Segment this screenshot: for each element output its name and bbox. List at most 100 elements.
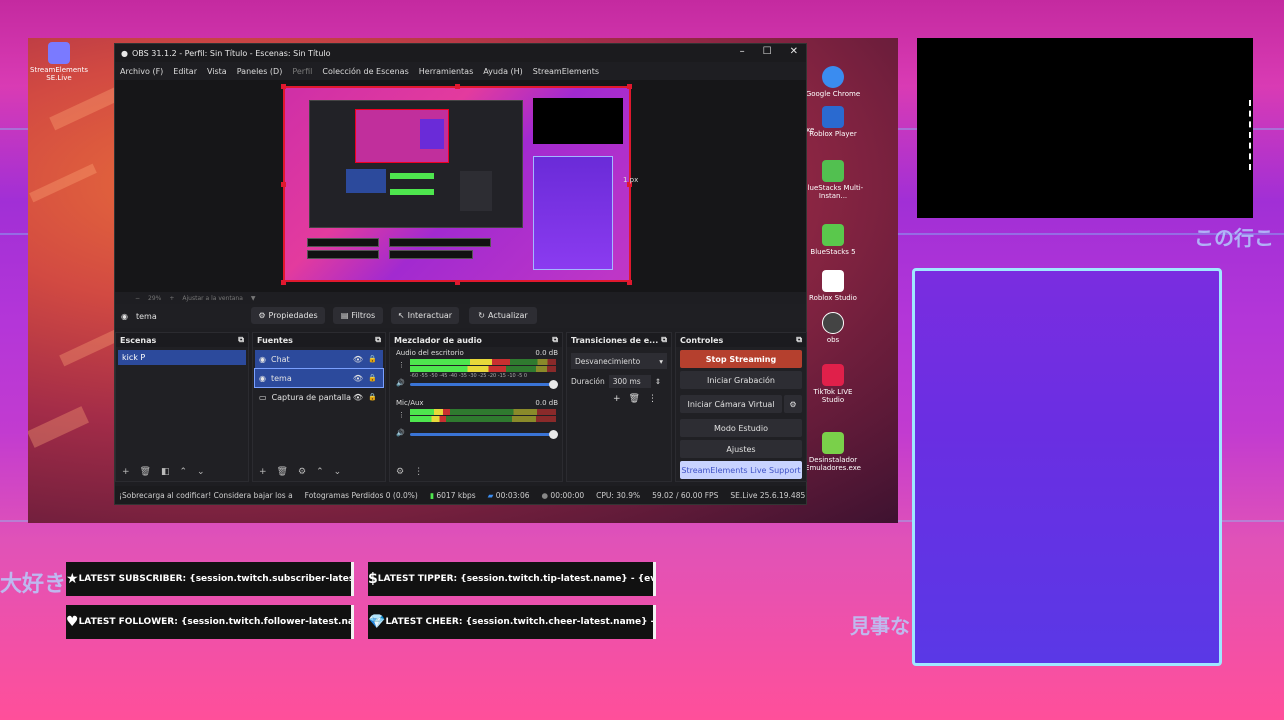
transform-handle[interactable] xyxy=(455,280,460,285)
add-icon[interactable]: + xyxy=(122,467,130,477)
preview-canvas[interactable] xyxy=(283,86,631,282)
lock-icon[interactable]: 🔒 xyxy=(368,355,377,363)
overlay-japanese-text: 大好き xyxy=(0,572,67,597)
overlay-japanese-text: 見事な xyxy=(850,614,910,638)
kebab-icon[interactable]: ⋮ xyxy=(414,467,423,477)
source-item-chat[interactable]: ◉ Chat 👁 🔒 xyxy=(255,350,383,368)
advanced-audio-icon[interactable]: ⚙ xyxy=(396,467,404,477)
desktop-icon-streamelements[interactable]: StreamElements SE.Live xyxy=(28,42,90,83)
preview-area[interactable]: 1 px xyxy=(115,80,806,292)
dock-float-icon[interactable]: ⧉ xyxy=(661,335,667,345)
eye-icon[interactable]: 👁 xyxy=(353,355,363,364)
settings-button[interactable]: Ajustes xyxy=(680,440,802,458)
interact-button[interactable]: ↖ Interactuar xyxy=(391,307,459,324)
scenes-dock: Escenas ⧉ kick P + 🗑 ◧ ⌃ ⌄ xyxy=(115,332,249,482)
channel-db: 0.0 dB xyxy=(535,399,558,407)
controls-title: Controles xyxy=(680,335,724,345)
gear-icon[interactable]: ⚙ xyxy=(298,467,306,477)
filters-button[interactable]: ▤ Filtros xyxy=(333,307,383,324)
stepper-icon[interactable]: ⇕ xyxy=(655,377,661,386)
menu-ayuda[interactable]: Ayuda (H) xyxy=(483,67,523,76)
fit-window-button[interactable]: Ajustar a la ventana xyxy=(182,295,243,302)
channel-name: Audio del escritorio xyxy=(396,349,464,357)
dock-float-icon[interactable]: ⧉ xyxy=(375,335,381,345)
trash-icon[interactable]: 🗑 xyxy=(629,394,640,404)
properties-button[interactable]: ⚙ Propiedades xyxy=(251,307,325,324)
stop-streaming-button[interactable]: Stop Streaming xyxy=(680,350,802,368)
chevron-down-icon[interactable]: ⌄ xyxy=(197,467,205,477)
desktop-icon-tiktok-live[interactable]: TikTok LIVE Studio xyxy=(802,364,864,405)
diamond-icon: 💎 xyxy=(368,614,386,630)
virtual-camera-button[interactable]: Iniciar Cámara Virtual xyxy=(680,395,782,413)
zoom-out-icon[interactable]: − xyxy=(135,295,140,302)
transform-handle[interactable] xyxy=(281,182,286,187)
start-recording-button[interactable]: Iniciar Grabación xyxy=(680,371,802,389)
source-item-screen-capture[interactable]: ▭ Captura de pantalla 👁 🔒 xyxy=(255,388,383,406)
dock-float-icon[interactable]: ⧉ xyxy=(552,335,558,345)
transform-handle[interactable] xyxy=(281,84,286,89)
dock-float-icon[interactable]: ⧉ xyxy=(238,335,244,345)
dock-float-icon[interactable]: ⧉ xyxy=(796,335,802,345)
kebab-icon[interactable]: ⋮ xyxy=(648,394,657,404)
chevron-up-icon[interactable]: ⌃ xyxy=(316,467,324,477)
zoom-in-icon[interactable]: + xyxy=(169,295,174,302)
minimize-icon[interactable]: – xyxy=(740,46,745,57)
eye-icon[interactable]: 👁 xyxy=(353,393,363,402)
refresh-button[interactable]: ↻ Actualizar xyxy=(469,307,537,324)
chevron-up-icon[interactable]: ⌃ xyxy=(180,467,188,477)
menu-vista[interactable]: Vista xyxy=(207,67,227,76)
speaker-icon[interactable]: 🔊 xyxy=(396,429,405,437)
transform-handle[interactable] xyxy=(627,280,632,285)
desktop-icon-roblox-studio[interactable]: Roblox Studio xyxy=(802,270,864,302)
menu-streamelements[interactable]: StreamElements xyxy=(533,67,599,76)
camera-frame-top xyxy=(917,38,1253,218)
nested-alert xyxy=(389,238,491,247)
volume-slider[interactable] xyxy=(410,380,558,389)
menu-perfil[interactable]: Perfil xyxy=(292,67,312,76)
trash-icon[interactable]: 🗑 xyxy=(277,467,288,477)
transform-handle[interactable] xyxy=(455,84,460,89)
desktop-icon-obs[interactable]: obs xyxy=(802,312,864,344)
kebab-icon[interactable]: ⋮ xyxy=(398,411,405,419)
lock-icon[interactable]: 🔒 xyxy=(368,393,377,401)
gear-icon[interactable]: ⚙ xyxy=(784,395,802,413)
menu-archivo[interactable]: Archivo (F) xyxy=(120,67,163,76)
se-version: SE.Live 25.6.19.485 xyxy=(730,490,806,500)
meter-scale: -60 -55 -50 -45 -40 -35 -30 -25 -20 -15 … xyxy=(410,373,528,379)
volume-slider[interactable] xyxy=(410,430,558,439)
transitions-title: Transiciones de e... xyxy=(571,335,659,345)
nested-obs-capture xyxy=(309,100,523,228)
menu-paneles[interactable]: Paneles (D) xyxy=(237,67,283,76)
add-icon[interactable]: + xyxy=(613,394,621,404)
scene-item[interactable]: kick P xyxy=(118,350,246,365)
desktop-icon-uninstaller[interactable]: Desinstalador Emuladores.exe xyxy=(802,432,864,473)
chevron-down-icon[interactable]: ⌄ xyxy=(334,467,342,477)
transform-handle[interactable] xyxy=(627,84,632,89)
menu-herramientas[interactable]: Herramientas xyxy=(419,67,474,76)
studio-mode-button[interactable]: Modo Estudio xyxy=(680,419,802,437)
lock-icon[interactable]: 🔒 xyxy=(368,374,377,382)
monitor-icon: ▭ xyxy=(259,392,267,402)
duration-input[interactable]: 300 ms xyxy=(608,375,651,388)
close-icon[interactable]: ✕ xyxy=(790,46,798,57)
transition-select[interactable]: Desvanecimiento ▾ xyxy=(571,353,667,369)
transform-handle[interactable] xyxy=(281,280,286,285)
trash-icon[interactable]: 🗑 xyxy=(140,467,151,477)
menu-coleccion[interactable]: Colección de Escenas xyxy=(322,67,408,76)
kebab-icon[interactable]: ⋮ xyxy=(398,361,405,369)
speaker-icon[interactable]: 🔊 xyxy=(396,379,405,387)
desktop-icon-bluestacks-5[interactable]: BlueStacks 5 xyxy=(802,224,864,256)
maximize-icon[interactable]: ☐ xyxy=(763,46,772,57)
record-time: 00:00:00 xyxy=(550,490,585,500)
overlay-japanese-text: この行こ xyxy=(1194,226,1274,250)
duration-label: Duración xyxy=(571,377,605,386)
menu-editar[interactable]: Editar xyxy=(173,67,197,76)
chevron-down-icon[interactable]: ▼ xyxy=(251,295,256,302)
add-icon[interactable]: + xyxy=(259,467,267,477)
eye-icon[interactable]: 👁 xyxy=(353,374,363,383)
filter-icon[interactable]: ◧ xyxy=(161,467,170,477)
encoder-warning: ¡Sobrecarga al codificar! Considera baja… xyxy=(119,490,293,500)
source-item-tema[interactable]: ◉ tema 👁 🔒 xyxy=(254,368,384,388)
se-support-button[interactable]: StreamElements Live Support xyxy=(680,461,802,479)
volume-meter-tail xyxy=(510,359,556,365)
